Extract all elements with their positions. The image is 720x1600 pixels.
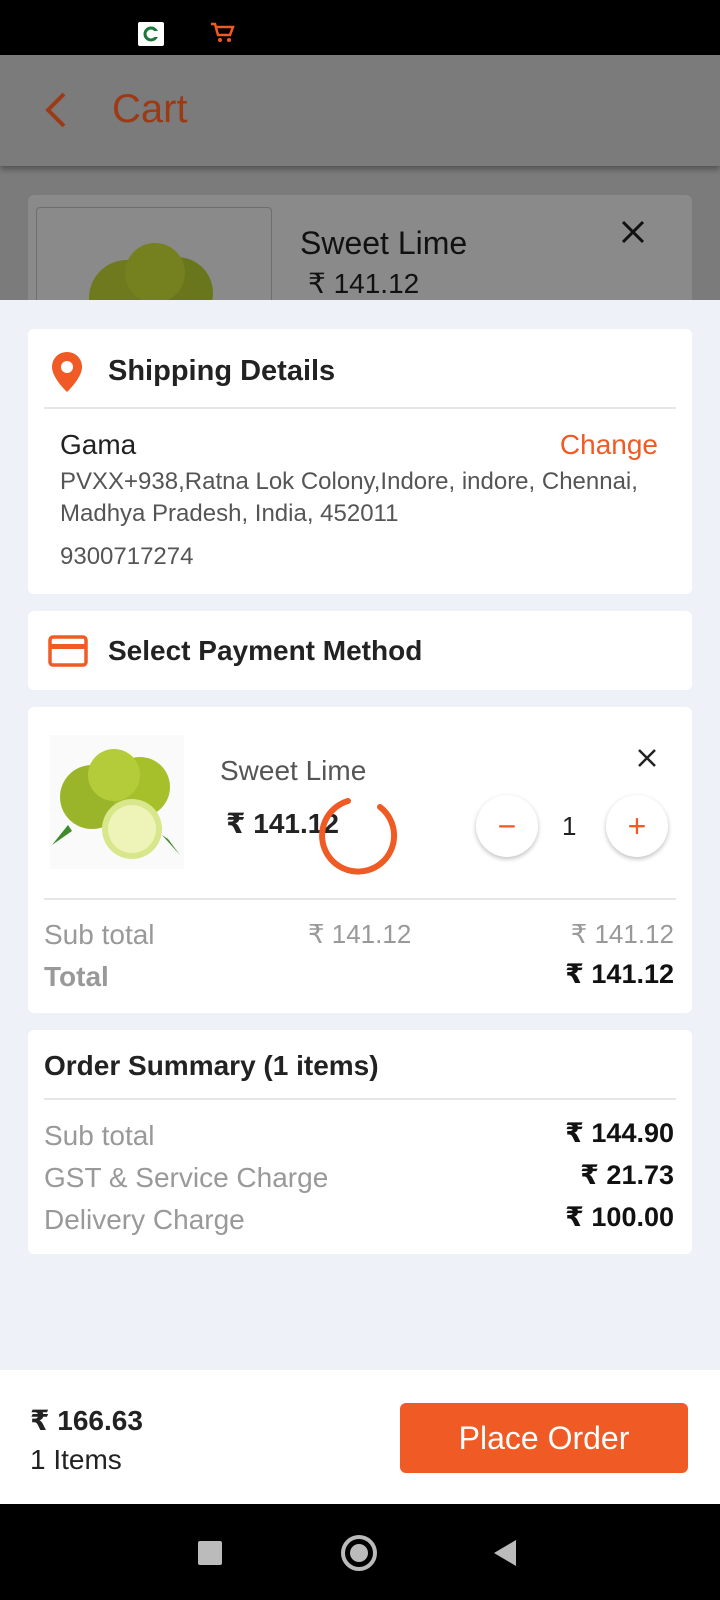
- order-summary-card: Order Summary (1 items) Sub total ₹ 144.…: [28, 1030, 692, 1254]
- select-payment-method-button[interactable]: Select Payment Method: [28, 611, 692, 690]
- order-summary-title: Order Summary (1 items): [44, 1050, 379, 1081]
- loading-spinner-icon: [318, 795, 402, 884]
- summary-subtotal-value: ₹ 144.90: [565, 1118, 674, 1148]
- summary-subtotal-label: Sub total: [44, 1120, 155, 1151]
- phone-number: 9300717274: [60, 543, 194, 570]
- payment-title: Select Payment Method: [108, 635, 423, 666]
- quantity-value: 1: [562, 811, 577, 841]
- shipping-details-card: Shipping Details Gama Change PVXX+938,Ra…: [28, 329, 692, 594]
- delivery-charge-value: ₹ 100.00: [565, 1202, 674, 1232]
- grand-total: ₹ 166.63: [30, 1405, 143, 1436]
- location-pin-icon: [50, 351, 84, 398]
- home-icon[interactable]: [341, 1535, 377, 1571]
- divider: [44, 1098, 676, 1100]
- close-icon[interactable]: [618, 217, 648, 252]
- place-order-button[interactable]: Place Order: [400, 1403, 688, 1473]
- app-bar: Cart: [0, 55, 720, 166]
- item-unit-price: ₹ 141.12: [308, 919, 412, 949]
- item-count: 1 Items: [30, 1444, 122, 1475]
- item-subtotal-label: Sub total: [44, 919, 155, 950]
- divider: [44, 898, 676, 900]
- checkout-bottom-bar: ₹ 166.63 1 Items Place Order: [0, 1370, 720, 1504]
- shipping-title: Shipping Details: [108, 355, 336, 387]
- divider: [44, 407, 676, 409]
- cart-item-card: Sweet Lime ₹ 141.12: [28, 195, 692, 300]
- page-title: Cart: [112, 87, 188, 131]
- delivery-charge-label: Delivery Charge: [44, 1204, 245, 1235]
- order-item-card: Sweet Lime ₹ 141.12 − 1 + Sub total ₹ 14…: [28, 707, 692, 1013]
- cart-notification-icon: [210, 22, 236, 49]
- decrease-quantity-button[interactable]: −: [476, 795, 538, 857]
- status-bar: [0, 0, 720, 55]
- item-total-label: Total: [44, 961, 109, 992]
- sweet-lime-image: [50, 735, 184, 869]
- item-name: Sweet Lime: [220, 755, 367, 786]
- background-cart-page: Cart Sweet Lime ₹ 141.12: [0, 55, 720, 300]
- system-nav-bar: [0, 1504, 720, 1600]
- product-name: Sweet Lime: [300, 225, 468, 261]
- back-arrow-icon[interactable]: [40, 90, 70, 135]
- remove-item-icon[interactable]: [636, 747, 658, 774]
- credit-card-icon: [48, 635, 88, 672]
- item-subtotal-value: ₹ 141.12: [570, 919, 674, 949]
- checkout-sheet: Shipping Details Gama Change PVXX+938,Ra…: [0, 300, 720, 1370]
- recents-icon[interactable]: [198, 1541, 222, 1565]
- product-image: [36, 207, 272, 300]
- product-price: ₹ 141.12: [308, 268, 420, 299]
- increase-quantity-button[interactable]: +: [606, 795, 668, 857]
- gst-label: GST & Service Charge: [44, 1162, 329, 1193]
- gst-value: ₹ 21.73: [580, 1160, 674, 1190]
- change-address-link[interactable]: Change: [560, 429, 658, 461]
- back-icon[interactable]: [494, 1540, 516, 1566]
- item-total-value: ₹ 141.12: [565, 959, 674, 989]
- shipping-address: PVXX+938,Ratna Lok Colony,Indore, indore…: [60, 468, 638, 527]
- app-notification-icon: [138, 22, 164, 46]
- recipient-name: Gama: [60, 429, 137, 460]
